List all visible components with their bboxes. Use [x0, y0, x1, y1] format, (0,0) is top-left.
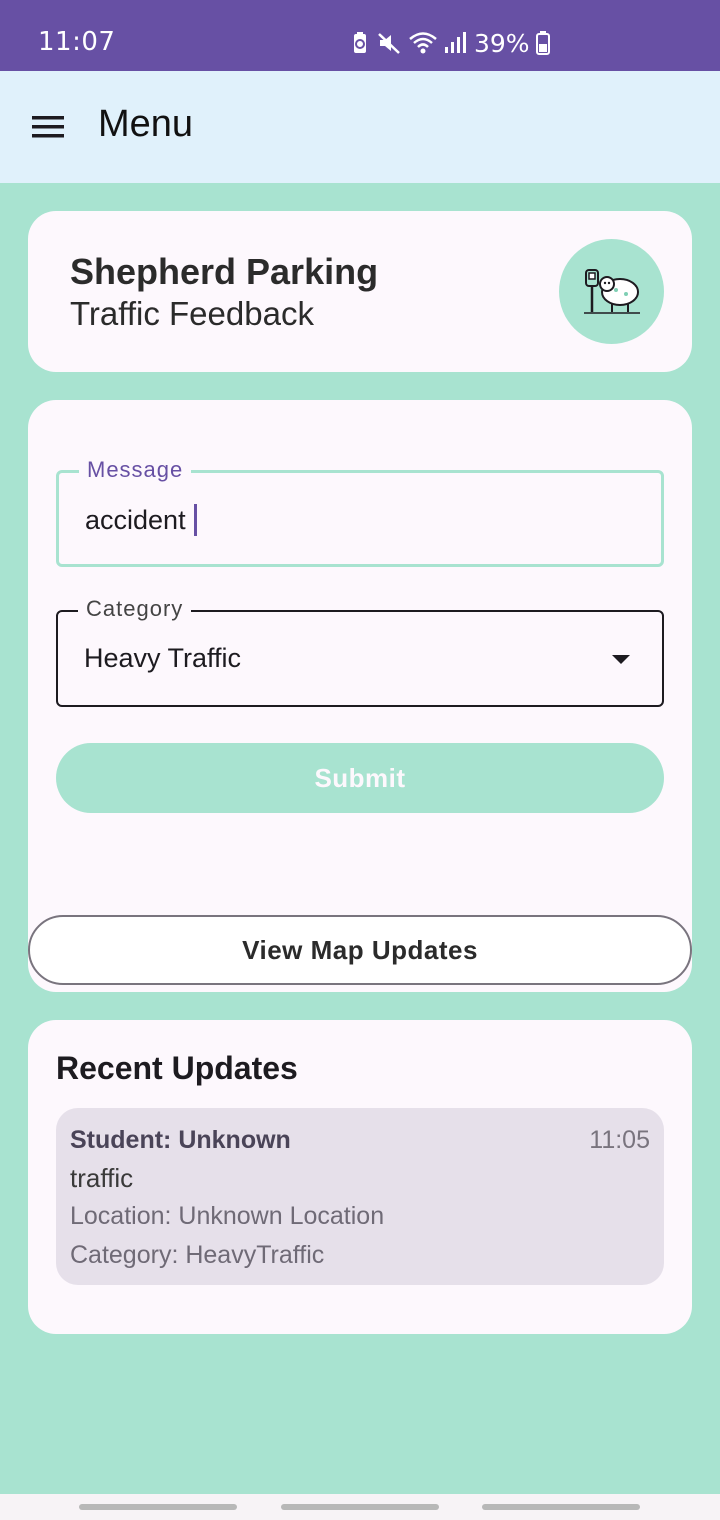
- message-field[interactable]: Message accident: [56, 457, 664, 567]
- battery-saver-icon: [350, 31, 370, 55]
- app-bar: Menu: [0, 71, 720, 183]
- submit-button[interactable]: Submit: [56, 743, 664, 813]
- sheep-parking-meter-icon: [583, 268, 640, 314]
- signal-icon: [444, 31, 466, 55]
- navigation-bar: [0, 1494, 720, 1520]
- update-author: Student: Unknown: [70, 1126, 291, 1154]
- nav-back-button[interactable]: [482, 1504, 640, 1510]
- list-item[interactable]: Student: Unknown 11:05 traffic Location:…: [56, 1108, 664, 1285]
- status-time: 11:07: [38, 27, 116, 57]
- text-cursor: [193, 504, 197, 536]
- update-location: Location: Unknown Location: [70, 1202, 385, 1230]
- message-text: accident: [85, 504, 186, 535]
- status-bar: 11:07 39%: [0, 0, 720, 71]
- hamburger-menu-icon: [32, 116, 64, 138]
- menu-button[interactable]: [28, 107, 70, 147]
- header-title: Shepherd Parking: [70, 251, 379, 292]
- app-title: Menu: [98, 103, 194, 145]
- category-dropdown[interactable]: Category Heavy Traffic: [56, 596, 664, 707]
- mute-icon: [376, 31, 402, 55]
- update-time: 11:05: [589, 1126, 650, 1154]
- update-message: traffic: [70, 1163, 134, 1193]
- recent-updates-card: Recent Updates Student: Unknown 11:05 tr…: [28, 1020, 692, 1334]
- message-input[interactable]: accident: [85, 504, 197, 536]
- message-label: Message: [79, 457, 192, 483]
- recent-updates-title: Recent Updates: [56, 1050, 298, 1086]
- category-value: Heavy Traffic: [84, 643, 242, 673]
- view-map-updates-button[interactable]: View Map Updates: [28, 915, 692, 985]
- update-category: Category: HeavyTraffic: [70, 1241, 325, 1269]
- category-label: Category: [78, 596, 192, 622]
- battery-icon: [535, 31, 550, 55]
- header-subtitle: Traffic Feedback: [70, 295, 314, 332]
- nav-home-button[interactable]: [281, 1504, 439, 1510]
- nav-recents-button[interactable]: [79, 1504, 237, 1510]
- header-card: Shepherd Parking Traffic Feedback: [28, 211, 692, 372]
- wifi-icon: [408, 31, 438, 55]
- dropdown-arrow-icon[interactable]: [612, 655, 630, 664]
- status-icons: 39%: [350, 28, 550, 58]
- logo: [559, 239, 664, 344]
- feedback-form-card: Message accident Category Heavy Traffic …: [28, 400, 692, 992]
- battery-percent: 39%: [474, 28, 530, 58]
